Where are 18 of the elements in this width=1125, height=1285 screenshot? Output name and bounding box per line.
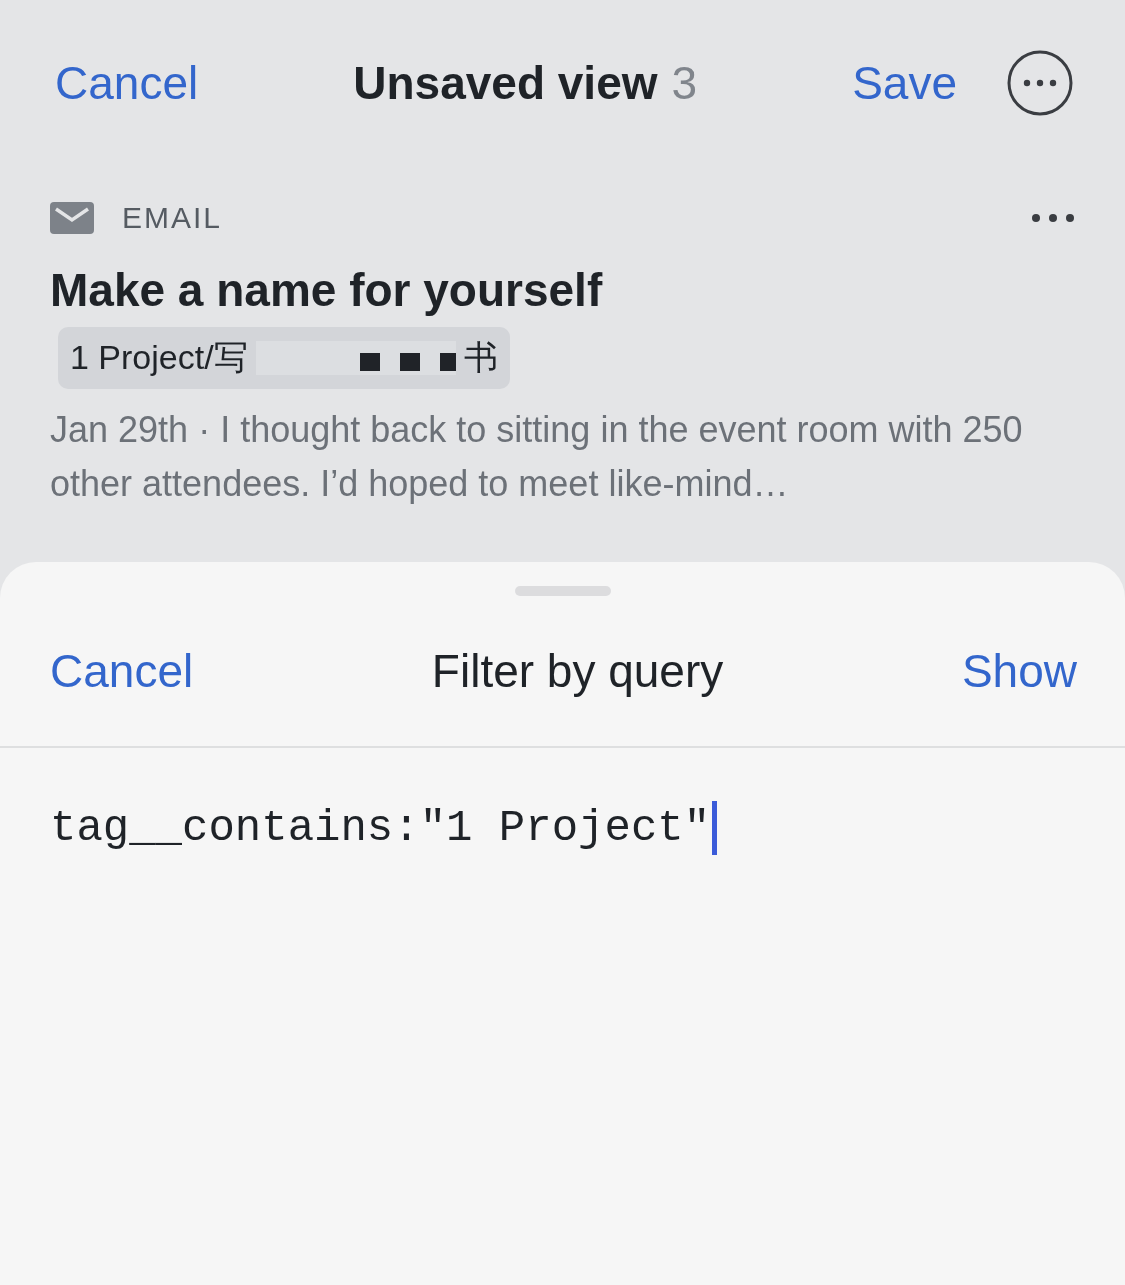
sheet-title: Filter by query <box>431 644 724 698</box>
tag-text: 书 <box>463 337 498 378</box>
cancel-button[interactable]: Cancel <box>50 644 194 698</box>
view-title: Unsaved view <box>353 56 658 109</box>
show-button[interactable]: Show <box>961 644 1077 698</box>
tag-text: 1 Project/写 <box>70 337 248 378</box>
tag-chip[interactable]: 1 Project/写 书 <box>58 327 510 389</box>
save-button[interactable]: Save <box>852 55 957 110</box>
cancel-button[interactable]: Cancel <box>55 55 199 110</box>
envelope-icon <box>50 202 94 234</box>
view-count: 3 <box>671 56 698 109</box>
more-icon[interactable] <box>1031 213 1075 223</box>
item-title: Make a name for yourself <box>50 263 604 317</box>
sheet-handle[interactable] <box>514 586 611 596</box>
item-snippet: Jan 29th · I thought back to sitting in the event room with 250 other attendees. I’d hoped to meet like-mind… <box>50 408 1024 506</box>
item-type: EMAIL <box>122 201 224 235</box>
more-icon[interactable] <box>1007 49 1073 116</box>
query-field[interactable]: tag__contains:"1 Project" <box>50 798 1075 858</box>
